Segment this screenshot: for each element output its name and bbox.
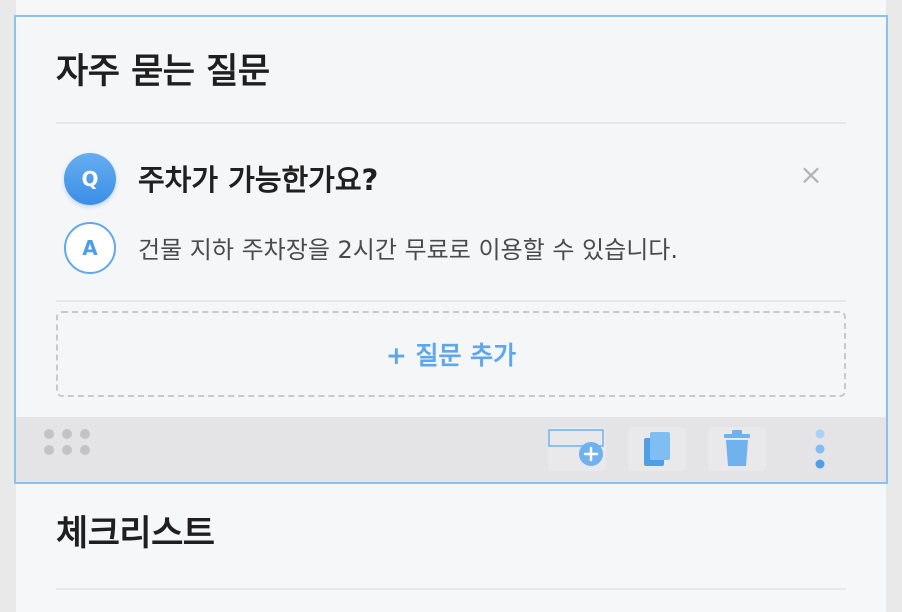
question-badge: Q [64,153,116,205]
close-icon[interactable]: × [796,158,826,191]
faq-block[interactable]: 자주 묻는 질문 Q 주차가 가능한가요? × A 건물 지하 주차장을 2시간… [14,15,888,484]
add-block-button[interactable] [548,427,606,471]
question-text[interactable]: 주차가 가능한가요? [138,157,378,199]
title-divider [56,122,846,124]
checklist-divider [56,588,846,590]
answer-text[interactable]: 건물 지하 주차장을 2시간 무료로 이용할 수 있습니다. [138,230,678,265]
add-block-icon [548,429,604,466]
drag-handle-icon[interactable] [44,429,90,455]
trash-icon [724,430,750,466]
answer-badge: A [64,222,116,274]
copy-button[interactable] [628,427,686,471]
item-divider [56,300,846,302]
more-vertical-icon [815,429,825,469]
faq-title: 자주 묻는 질문 [56,52,270,92]
copy-icon [644,432,670,466]
delete-button[interactable] [708,427,766,471]
block-toolbar [16,417,886,482]
add-question-button[interactable]: + 질문 추가 [56,311,846,397]
more-button[interactable] [791,427,849,471]
checklist-title: 체크리스트 [56,514,215,554]
